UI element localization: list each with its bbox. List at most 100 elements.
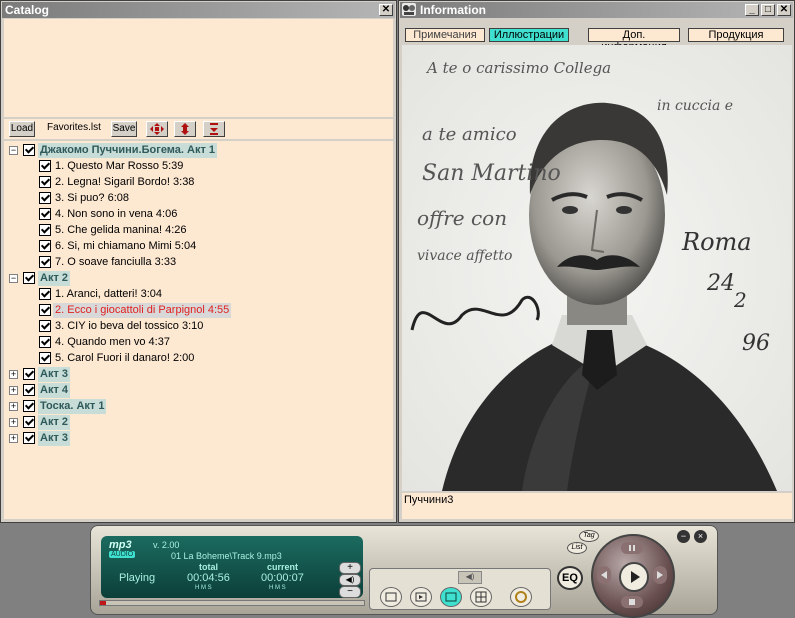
- control-panel: ◀): [369, 568, 551, 610]
- playlist-tree: − Джакомо Пуччини.Богема. Акт 1 1. Questo …: [4, 141, 393, 519]
- checkbox[interactable]: [39, 336, 51, 348]
- equalizer-button[interactable]: EQ: [557, 566, 583, 590]
- play-button[interactable]: [619, 562, 649, 592]
- collapse-icon[interactable]: −: [9, 274, 18, 283]
- portrait-image: A te o carissimo Collega in cuccia e a t…: [402, 45, 792, 491]
- repeat-button[interactable]: [440, 587, 462, 607]
- tab-products[interactable]: Продукция: [688, 28, 784, 42]
- tree-item-label: 4. Quando men vo 4:37: [55, 336, 170, 348]
- expand-icon[interactable]: +: [9, 402, 18, 411]
- tab-extra-info[interactable]: Доп. информация: [588, 28, 680, 53]
- tree-item[interactable]: 2. Legna! Sigaril Bordo! 3:38: [4, 175, 389, 190]
- checkbox[interactable]: [39, 288, 51, 300]
- checkbox[interactable]: [39, 224, 51, 236]
- web-button[interactable]: [510, 587, 532, 607]
- list-button[interactable]: List: [567, 542, 587, 554]
- app-icon: [402, 3, 416, 16]
- checkbox[interactable]: [23, 400, 35, 412]
- tree-item-label: 1. Aranci, datteri! 3:04: [55, 288, 163, 300]
- transport-dial[interactable]: [591, 534, 675, 618]
- volume-down-button[interactable]: −: [339, 586, 361, 598]
- checkbox[interactable]: [23, 384, 35, 396]
- catalog-close-button[interactable]: ✕: [379, 4, 393, 16]
- tree-item[interactable]: 3. Si puo? 6:08: [4, 191, 389, 206]
- tree-group-label: Акт 3: [38, 431, 71, 446]
- expand-icon[interactable]: +: [9, 418, 18, 427]
- catalog-title: Catalog: [5, 3, 50, 17]
- pause-button[interactable]: [621, 542, 643, 554]
- checkbox[interactable]: [23, 144, 35, 156]
- tree-item[interactable]: 1. Questo Mar Rosso 5:39: [4, 159, 389, 174]
- tree-group[interactable]: − Акт 2: [4, 271, 389, 286]
- tree-item-label-selected: 2. Ecco i giocattoli di Parpignol 4:55: [53, 303, 232, 318]
- seek-bar[interactable]: [99, 600, 365, 606]
- checkbox[interactable]: [39, 320, 51, 332]
- catalog-titlebar[interactable]: Catalog ✕: [2, 2, 395, 18]
- tree-item-label: 6. Si, mi chiamano Mimi 5:04: [55, 240, 197, 252]
- checkbox[interactable]: [39, 352, 51, 364]
- tab-notes[interactable]: Примечания: [405, 28, 485, 42]
- next-track-button[interactable]: [410, 587, 432, 607]
- svg-text:96: 96: [742, 331, 770, 356]
- tab-illustrations[interactable]: Иллюстрации: [489, 28, 569, 42]
- checkbox[interactable]: [39, 176, 51, 188]
- mute-speaker-icon[interactable]: ◀): [458, 571, 482, 584]
- tree-item-label: 2. Legna! Sigaril Bordo! 3:38: [55, 176, 195, 188]
- checkbox[interactable]: [39, 240, 51, 252]
- checkbox[interactable]: [23, 432, 35, 444]
- tree-item[interactable]: 5. Carol Fuori il danaro! 2:00: [4, 351, 389, 366]
- fast-forward-button[interactable]: [653, 566, 667, 584]
- minimize-button[interactable]: _: [745, 4, 759, 16]
- tree-item[interactable]: 4. Quando men vo 4:37: [4, 335, 389, 350]
- tree-item[interactable]: 4. Non sono in vena 4:06: [4, 207, 389, 222]
- speaker-icon[interactable]: ◀): [339, 574, 361, 586]
- checkbox[interactable]: [23, 416, 35, 428]
- player-close-button[interactable]: ×: [694, 530, 707, 543]
- tree-group[interactable]: + Акт 3: [4, 431, 389, 446]
- tree-item[interactable]: 6. Si, mi chiamano Mimi 5:04: [4, 239, 389, 254]
- playback-status: Playing: [119, 572, 156, 584]
- playlist-grid-button[interactable]: [470, 587, 492, 607]
- svg-text:a te amico: a te amico: [422, 124, 517, 145]
- tree-item[interactable]: 2. Ecco i giocattoli di Parpignol 4:55: [4, 303, 389, 318]
- checkbox[interactable]: [39, 256, 51, 268]
- stop-button[interactable]: [621, 596, 643, 608]
- tree-item[interactable]: 5. Che gelida manina! 4:26: [4, 223, 389, 238]
- player-version: v. 2.00: [153, 540, 180, 550]
- tree-group[interactable]: + Тоска. Акт 1: [4, 399, 389, 414]
- checkbox[interactable]: [39, 192, 51, 204]
- maximize-button[interactable]: □: [761, 4, 775, 16]
- tree-item[interactable]: 3. CIY io beva del tossico 3:10: [4, 319, 389, 334]
- expand-icon[interactable]: +: [9, 370, 18, 379]
- checkbox[interactable]: [23, 272, 35, 284]
- load-button[interactable]: Load: [9, 121, 35, 137]
- checkbox[interactable]: [39, 208, 51, 220]
- move-up-down-icon[interactable]: [174, 121, 196, 137]
- checkbox[interactable]: [23, 368, 35, 380]
- information-close-button[interactable]: ✕: [777, 4, 791, 16]
- rewind-button[interactable]: [597, 566, 611, 584]
- current-time: 00:00:07: [261, 572, 304, 584]
- checkbox[interactable]: [39, 304, 51, 316]
- tree-group[interactable]: + Акт 4: [4, 383, 389, 398]
- move-all-directions-icon[interactable]: [146, 121, 168, 137]
- tree-item[interactable]: 1. Aranci, datteri! 3:04: [4, 287, 389, 302]
- move-down-icon[interactable]: [203, 121, 225, 137]
- player-minimize-button[interactable]: −: [677, 530, 690, 543]
- svg-text:2: 2: [733, 288, 747, 312]
- tree-group[interactable]: + Акт 2: [4, 415, 389, 430]
- tree-item[interactable]: 7. O soave fanciulla 3:33: [4, 255, 389, 270]
- tag-button[interactable]: Tag: [579, 530, 599, 542]
- tree-group[interactable]: − Джакомо Пуччини.Богема. Акт 1: [4, 143, 389, 158]
- volume-up-button[interactable]: +: [339, 562, 361, 574]
- expand-icon[interactable]: +: [9, 386, 18, 395]
- information-title: Information: [420, 3, 486, 17]
- expand-icon[interactable]: +: [9, 434, 18, 443]
- svg-text:in cuccia e: in cuccia e: [657, 98, 733, 114]
- checkbox[interactable]: [39, 160, 51, 172]
- tree-group[interactable]: + Акт 3: [4, 367, 389, 382]
- previous-track-button[interactable]: [380, 587, 402, 607]
- information-titlebar[interactable]: Information _ □ ✕: [400, 2, 793, 18]
- collapse-icon[interactable]: −: [9, 146, 18, 155]
- save-button[interactable]: Save: [111, 121, 137, 137]
